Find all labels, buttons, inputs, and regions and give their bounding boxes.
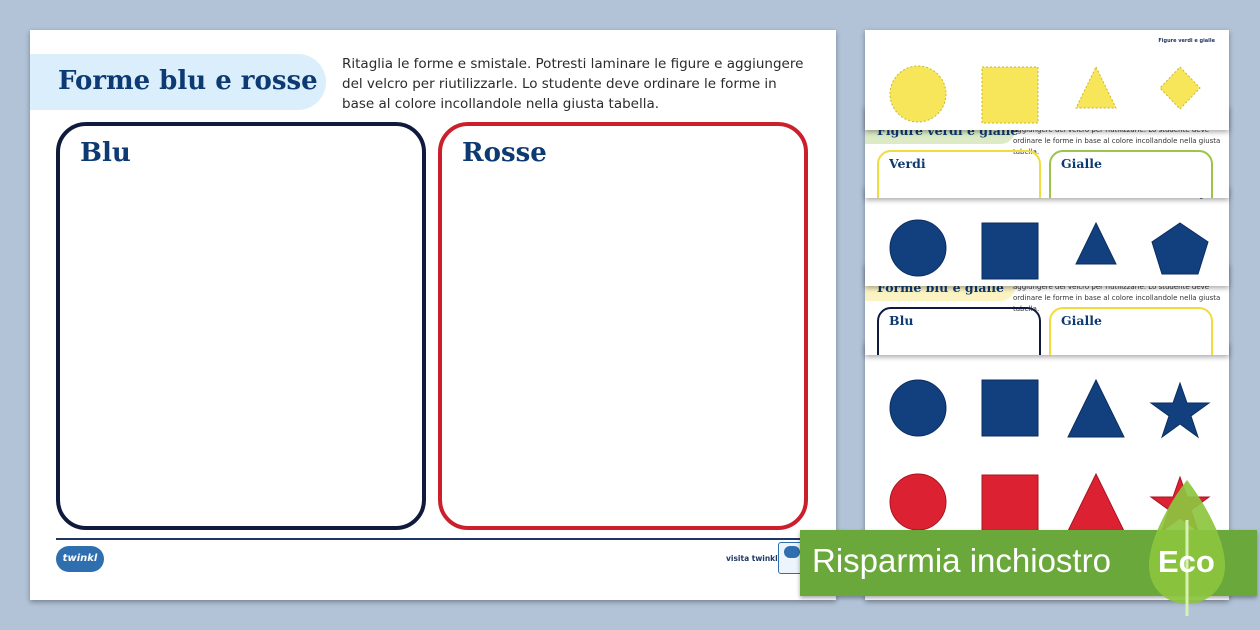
page-title: Forme blu e rosse: [58, 66, 318, 96]
title-banner: Forme blu e rosse: [30, 54, 326, 110]
red-circle: [889, 473, 947, 531]
blue-circle: [889, 219, 947, 277]
preview-yellow-box: Gialle: [1049, 307, 1213, 355]
blue-square: [981, 222, 1039, 280]
eco-banner: Risparmia inchiostro Eco: [800, 480, 1257, 616]
preview-box-label: Gialle: [1061, 156, 1102, 171]
red-sorting-box: Rosse: [438, 122, 808, 530]
main-worksheet: Forme blu e rosse Ritaglia le forme e sm…: [30, 30, 836, 600]
yellow-square: [981, 66, 1039, 124]
blue-triangle: [1067, 378, 1125, 438]
blue-pentagon: [1151, 222, 1209, 275]
yellow-triangle: [1075, 65, 1117, 109]
preview-green-box: Verdi: [877, 150, 1041, 198]
yellow-diamond: [1159, 66, 1201, 110]
yellow-circle: [889, 65, 947, 123]
blue-square: [981, 379, 1039, 437]
preview-yellow-box: Gialle: [1049, 150, 1213, 198]
footer-divider: [56, 538, 810, 540]
preview-page-green-yellow-shapes: Figure verdi e gialle: [865, 30, 1229, 130]
preview-box-label: Verdi: [889, 156, 926, 171]
preview-box-label: Blu: [889, 313, 914, 328]
red-box-label: Rosse: [462, 138, 547, 168]
eco-label: Eco: [1158, 544, 1215, 579]
instructions-text: Ritaglia le forme e smistale. Potresti l…: [342, 56, 804, 112]
blue-sorting-box: Blu: [56, 122, 426, 530]
blue-circle: [889, 379, 947, 437]
blue-box-label: Blu: [80, 138, 131, 168]
shapes-blue: [889, 219, 1209, 280]
red-square: [981, 474, 1039, 532]
twinkl-logo: twinkl: [56, 546, 104, 572]
shapes-yellow: [889, 65, 1201, 124]
preview-page-blue-yellow-shapes: Forme blu e gialle: [865, 186, 1229, 286]
red-triangle: [1067, 472, 1125, 532]
preview-box-label: Gialle: [1061, 313, 1102, 328]
blue-star: [1149, 381, 1211, 439]
preview-blue-box: Blu: [877, 307, 1041, 355]
eco-banner-text: Risparmia inchiostro: [812, 542, 1111, 579]
blue-triangle: [1075, 221, 1117, 265]
